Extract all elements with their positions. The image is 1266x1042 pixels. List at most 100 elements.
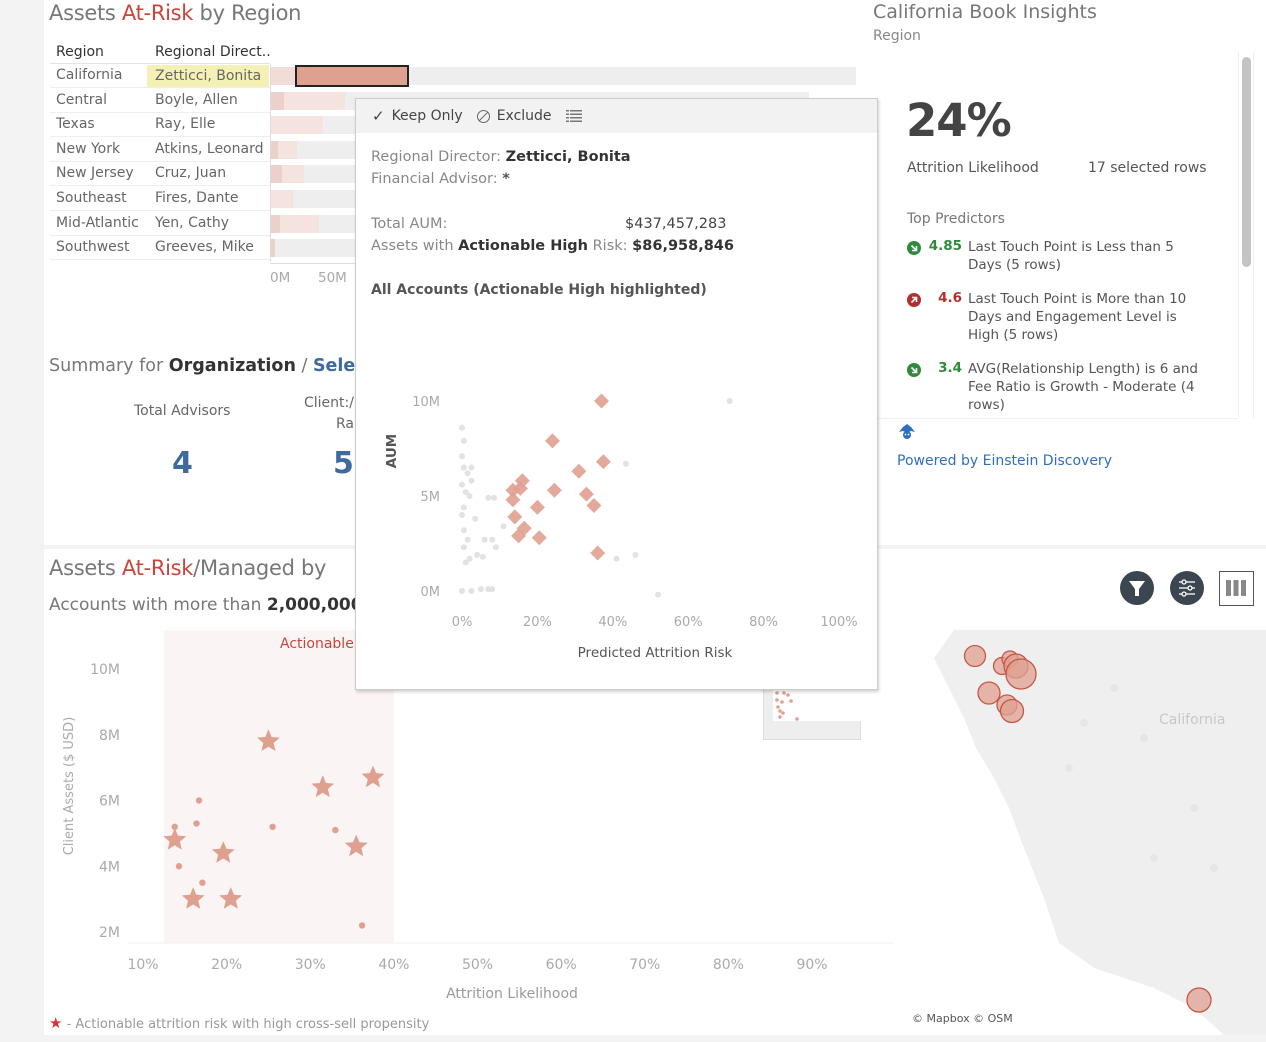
- mini-thumbnail-point: [776, 705, 780, 709]
- scatter-point-dot: [193, 820, 200, 827]
- map-bubble: [977, 681, 1001, 705]
- region-bar-at-risk: [271, 239, 276, 258]
- scatter-point-other: [474, 551, 481, 558]
- region-row[interactable]: New Jersey Cruz, Juan: [50, 162, 270, 187]
- scatter-point-other: [492, 544, 499, 551]
- insights-scrollbar-thumb[interactable]: [1242, 57, 1251, 267]
- scatter-point-dot: [199, 879, 206, 886]
- map-attribution[interactable]: © Mapbox © OSM: [910, 1012, 1015, 1025]
- region-name: New Jersey: [56, 165, 134, 182]
- y-axis-title: AUM: [384, 434, 400, 468]
- region-name: Southwest: [56, 239, 130, 256]
- label: Assets with: [371, 238, 459, 254]
- mini-thumbnail-marks: [775, 691, 799, 721]
- legend: ★ - Actionable attrition risk with high …: [49, 1014, 429, 1032]
- scatter-point-other: [466, 493, 473, 499]
- scatter-point-other: [468, 464, 475, 471]
- region-row[interactable]: Southwest Greeves, Mike: [50, 236, 270, 261]
- keep-only-label: Keep Only: [391, 108, 463, 124]
- region-bar-at-risk-selected[interactable]: [295, 65, 409, 87]
- region-row[interactable]: Texas Ray, Elle: [50, 113, 270, 138]
- y-tick-label: 10M: [90, 662, 120, 678]
- scatter-point-other: [459, 424, 465, 431]
- map-city-blob: [1065, 764, 1073, 772]
- scatter-point-other: [464, 536, 471, 543]
- x-tick-label: 90%: [796, 957, 827, 973]
- x-axis-title: Predicted Attrition Risk: [578, 645, 733, 661]
- einstein-icon: [897, 423, 917, 441]
- title-text: Assets: [49, 1, 122, 25]
- tooltip-regional-director: Regional Director: Zetticci, Bonita: [371, 149, 631, 165]
- region-bar-at-risk: [271, 140, 278, 159]
- predictor-item[interactable]: 3.4 AVG(Relationship Length) is 6 and Fe…: [905, 360, 1215, 416]
- scatter-point-other: [479, 553, 486, 560]
- scatter-point-other: [468, 477, 475, 484]
- scatter-point-actionable-high: [595, 454, 611, 470]
- actionable-band-label: Actionable: [280, 636, 354, 652]
- regional-director-name[interactable]: Greeves, Mike: [155, 239, 254, 255]
- region-name: Central: [56, 91, 107, 108]
- region-row[interactable]: California Zetticci, Bonita: [50, 64, 270, 88]
- mini-scatter-thumbnail[interactable]: [763, 688, 861, 740]
- value: *: [502, 171, 510, 187]
- predictor-value: 3.4: [938, 360, 962, 376]
- region-row[interactable]: New York Atkins, Leonard: [50, 138, 270, 162]
- column-header-director[interactable]: Regional Direct..: [155, 44, 271, 60]
- x-axis-title: Attrition Likelihood: [446, 986, 578, 1002]
- regional-director-name[interactable]: Yen, Cathy: [155, 215, 229, 231]
- powered-by-einstein-link[interactable]: Powered by Einstein Discovery: [897, 453, 1112, 469]
- scatter-point-other: [464, 470, 471, 477]
- view-data-icon: [565, 110, 582, 122]
- scatter-point-other: [622, 460, 629, 467]
- predictor-item[interactable]: 4.6 Last Touch Point is More than 10 Day…: [905, 290, 1215, 346]
- scatter-point-dot: [332, 826, 339, 834]
- scatter-point-other: [468, 588, 475, 594]
- scatter-point-other: [460, 437, 467, 444]
- filter-button[interactable]: [1120, 571, 1154, 605]
- total-advisors-label: Total Advisors: [134, 403, 231, 419]
- region-row[interactable]: Central Boyle, Allen: [50, 89, 270, 113]
- subtitle-threshold: 2,000,000: [266, 595, 363, 615]
- bottom-panel-title: Assets At-Risk/Managed by: [49, 556, 326, 580]
- predictor-value: 4.85: [928, 238, 962, 254]
- california-map[interactable]: [894, 628, 1266, 1035]
- y-tick-label: 2M: [99, 925, 120, 941]
- regional-director-name[interactable]: Zetticci, Bonita: [147, 65, 270, 87]
- regional-director-name[interactable]: Cruz, Juan: [155, 165, 226, 181]
- insights-big-label: Attrition Likelihood: [907, 160, 1039, 176]
- region-name: New York: [56, 140, 121, 157]
- client-ratio-label: Client:/ Ra: [304, 393, 354, 435]
- scatter-point-other: [460, 504, 467, 511]
- checkmark-icon: ✓: [372, 107, 385, 125]
- mini-thumbnail-point: [778, 715, 782, 719]
- summary-organization-link[interactable]: Organization: [169, 356, 296, 376]
- regional-director-name[interactable]: Ray, Elle: [155, 116, 215, 132]
- scatter-point-actionable-high: [505, 492, 521, 508]
- title-text: by Region: [193, 1, 302, 25]
- predictor-item[interactable]: 4.85 Last Touch Point is Less than 5 Day…: [905, 238, 1215, 278]
- x-tick-label: 20%: [523, 615, 552, 630]
- view-data-button[interactable]: [565, 110, 582, 122]
- regional-director-name[interactable]: Fires, Dante: [155, 190, 239, 206]
- map-state-label: California: [1159, 712, 1226, 728]
- region-bar-track[interactable]: [271, 65, 856, 87]
- region-row[interactable]: Mid-Atlantic Yen, Cathy: [50, 212, 270, 236]
- exclude-icon: [476, 109, 490, 123]
- filter-icon: [1129, 581, 1145, 596]
- keep-only-button[interactable]: ✓ Keep Only: [372, 107, 463, 125]
- summary-title: Summary for Organization / Selecte: [49, 356, 386, 376]
- exclude-button[interactable]: Exclude: [476, 108, 552, 124]
- x-tick-label: 10%: [127, 957, 158, 973]
- regional-director-name[interactable]: Atkins, Leonard: [155, 141, 263, 157]
- scatter-point-actionable-high: [507, 509, 523, 525]
- columns-button[interactable]: [1219, 571, 1254, 606]
- regional-director-name[interactable]: Boyle, Allen: [155, 92, 238, 108]
- map-bubble: [1005, 658, 1037, 690]
- settings-button[interactable]: [1170, 571, 1204, 605]
- column-header-region[interactable]: Region: [56, 44, 104, 60]
- mini-thumbnail-point: [795, 717, 799, 721]
- scatter-point-dot: [195, 797, 203, 804]
- scatter-point-other: [485, 494, 492, 501]
- insights-bottom-divider: [874, 418, 1238, 419]
- region-row[interactable]: Southeast Fires, Dante: [50, 187, 270, 211]
